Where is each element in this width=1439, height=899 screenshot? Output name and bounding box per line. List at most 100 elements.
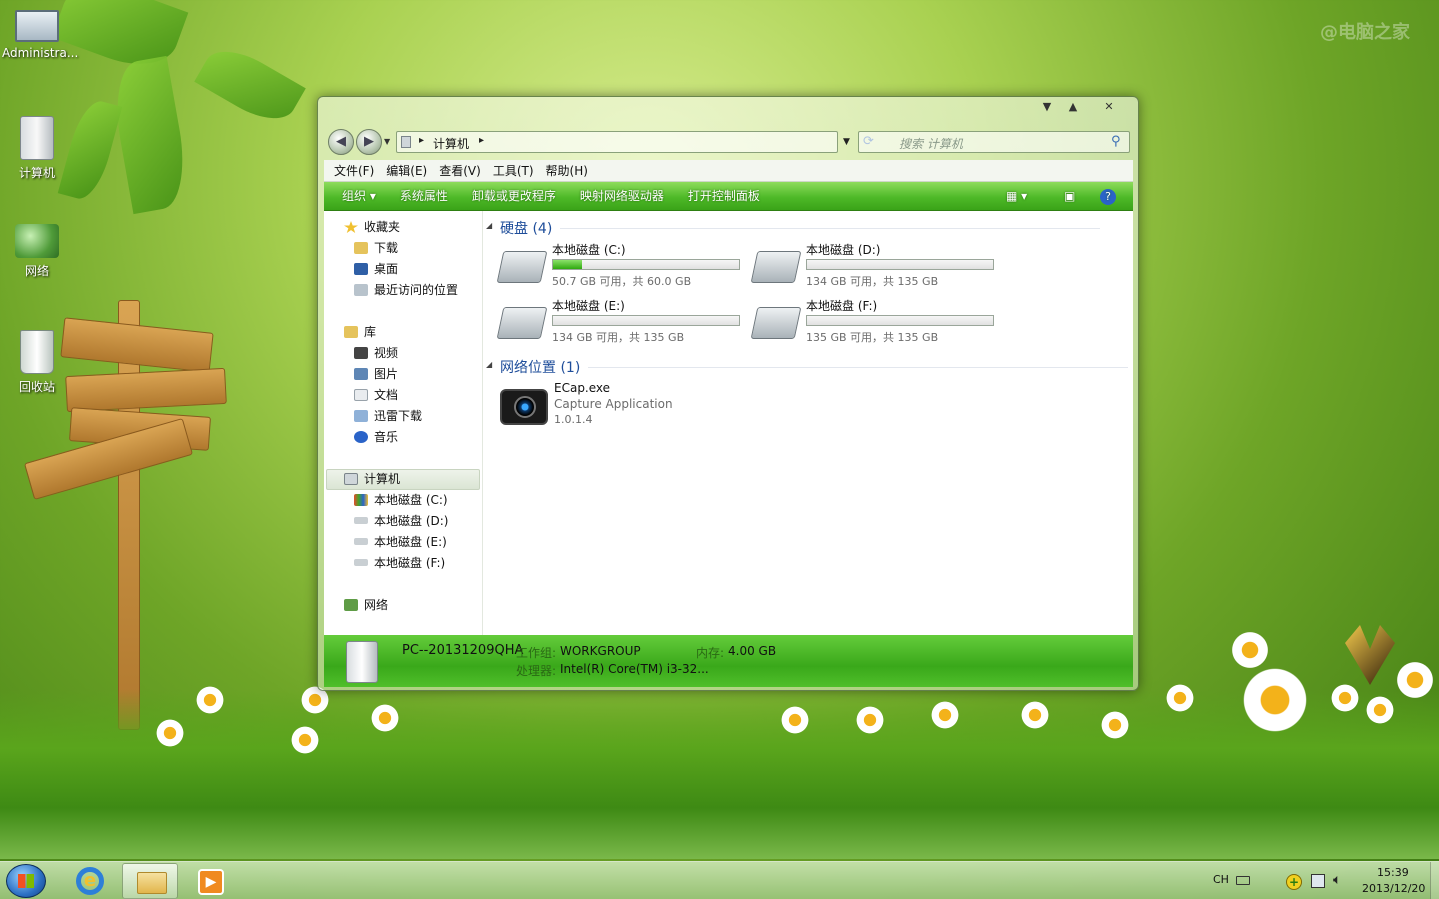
drive-tile-e[interactable]: 本地磁盘 (E:) 134 GB 可用，共 135 GB: [496, 297, 750, 349]
signpost-board: [65, 367, 227, 413]
details-pane: PC--20131209QHA 工作组: WORKGROUP 内存: 4.00 …: [324, 635, 1133, 687]
daisy: [370, 703, 400, 733]
drive-tile-c[interactable]: 本地磁盘 (C:) 50.7 GB 可用，共 60.0 GB: [496, 241, 750, 293]
menu-tools[interactable]: 工具(T): [487, 160, 540, 182]
help-icon[interactable]: ?: [1100, 189, 1116, 205]
keyboard-icon[interactable]: [1236, 876, 1250, 885]
cpu-label: 处理器:: [516, 664, 557, 678]
nav-documents[interactable]: 文档: [354, 385, 398, 405]
daisy: [1240, 665, 1310, 735]
taskbar-media-player[interactable]: ▶: [182, 863, 238, 899]
drive-name: 本地磁盘 (D:): [806, 243, 881, 257]
nav-music[interactable]: 音乐: [354, 427, 398, 447]
search-box[interactable]: 搜索 计算机 ⚲: [858, 131, 1130, 153]
computer-small-icon: [401, 136, 411, 148]
maximize-button[interactable]: ▲: [1060, 99, 1086, 115]
uninstall-program-button[interactable]: 卸载或更改程序: [460, 182, 568, 211]
network-tray-icon[interactable]: [1311, 874, 1325, 888]
search-input[interactable]: 搜索 计算机: [899, 135, 963, 152]
address-dropdown-icon[interactable]: ▼: [843, 137, 850, 147]
show-desktop-button[interactable]: [1430, 862, 1439, 899]
desktop-icon: [354, 263, 368, 275]
action-center-icon[interactable]: +: [1286, 874, 1302, 890]
address-bar[interactable]: ▸ 计算机 ▸ ▼ ⟳: [396, 131, 874, 153]
menu-view[interactable]: 查看(V): [433, 160, 487, 182]
menu-edit[interactable]: 编辑(E): [380, 160, 433, 182]
volume-icon[interactable]: 🔈︎: [1333, 872, 1341, 888]
collapse-arrow-icon[interactable]: ◢: [486, 221, 492, 230]
signpost-board: [60, 317, 214, 373]
folder-icon: [137, 872, 167, 894]
nav-recent-places[interactable]: 最近访问的位置: [354, 280, 458, 300]
preview-pane-icon[interactable]: ▣: [1064, 182, 1075, 211]
forward-button[interactable]: ▶: [356, 129, 382, 155]
daisy: [1395, 660, 1435, 700]
clock-time[interactable]: 15:39: [1377, 866, 1409, 879]
nav-downloads[interactable]: 下载: [354, 238, 398, 258]
section-hard-drives[interactable]: 硬盘 (4): [500, 218, 1104, 238]
drive-usage-bar: [806, 315, 994, 326]
nav-libraries[interactable]: 库: [344, 322, 376, 342]
taskbar-internet-explorer[interactable]: e: [62, 863, 118, 899]
star-icon: [344, 221, 358, 233]
start-button[interactable]: [6, 864, 46, 898]
nav-thunder-downloads[interactable]: 迅雷下载: [354, 406, 422, 426]
desktop-icon-recycle-bin[interactable]: 回收站: [2, 330, 72, 395]
content-pane: ◢ 硬盘 (4) 本地磁盘 (C:) 50.7 GB 可用，共 60.0 GB …: [484, 211, 1133, 635]
nav-computer[interactable]: 计算机: [344, 469, 400, 489]
desktop-icon-user-folder[interactable]: Administra...: [2, 10, 78, 60]
breadcrumb-separator[interactable]: ▸: [479, 135, 484, 146]
nav-network[interactable]: 网络: [344, 595, 388, 615]
taskbar-explorer[interactable]: [122, 863, 178, 899]
camera-lens-icon: [514, 396, 536, 418]
hard-drive-icon: [750, 251, 802, 283]
hard-drive-icon: [354, 559, 368, 566]
drive-tile-f[interactable]: 本地磁盘 (F:) 135 GB 可用，共 135 GB: [750, 297, 1004, 349]
minimize-button[interactable]: ▼: [1034, 99, 1060, 115]
nav-drive-d[interactable]: 本地磁盘 (D:): [354, 511, 448, 531]
drive-space: 50.7 GB 可用，共 60.0 GB: [552, 275, 692, 288]
recycle-bin-icon: [20, 330, 54, 374]
drive-tile-d[interactable]: 本地磁盘 (D:) 134 GB 可用，共 135 GB: [750, 241, 1004, 293]
network-item-ecap[interactable]: ECap.exe Capture Application 1.0.1.4: [500, 381, 750, 431]
view-options-icon[interactable]: ▦ ▾: [1006, 182, 1027, 211]
cpu-value: Intel(R) Core(TM) i3-32...: [560, 662, 709, 676]
history-dropdown-icon[interactable]: ▼: [384, 137, 390, 146]
internet-explorer-icon: e: [76, 867, 104, 895]
recent-places-icon: [354, 284, 368, 296]
open-control-panel-button[interactable]: 打开控制面板: [676, 182, 772, 211]
map-network-drive-button[interactable]: 映射网络驱动器: [568, 182, 676, 211]
nav-drive-e[interactable]: 本地磁盘 (E:): [354, 532, 447, 552]
nav-drive-c[interactable]: 本地磁盘 (C:): [354, 490, 448, 510]
menu-help[interactable]: 帮助(H): [540, 160, 594, 182]
collapse-arrow-icon[interactable]: ◢: [486, 360, 492, 369]
hard-drive-icon: [354, 538, 368, 545]
nav-favorites[interactable]: 收藏夹: [344, 217, 400, 237]
network-item-name: ECap.exe: [554, 381, 611, 395]
nav-drive-f[interactable]: 本地磁盘 (F:): [354, 553, 445, 573]
computer-icon: [344, 473, 358, 485]
desktop-icon-network[interactable]: 网络: [2, 224, 72, 279]
search-icon[interactable]: ⚲: [1111, 134, 1121, 149]
nav-videos[interactable]: 视频: [354, 343, 398, 363]
section-network-locations[interactable]: 网络位置 (1): [500, 357, 1131, 377]
explorer-window[interactable]: ▼ ▲ ✕ ◀ ▶ ▼ ▸ 计算机 ▸ ▼ ⟳ 搜索 计算机 ⚲ 文件(F)编辑…: [317, 96, 1139, 691]
breadcrumb-computer[interactable]: 计算机: [433, 135, 469, 152]
daisy: [155, 718, 185, 748]
language-indicator[interactable]: CH: [1213, 873, 1229, 886]
close-button[interactable]: ✕: [1096, 99, 1122, 115]
menu-file[interactable]: 文件(F): [328, 160, 380, 182]
command-bar: 组织 ▾ 系统属性 卸载或更改程序 映射网络驱动器 打开控制面板 ▦ ▾ ▣ ?: [324, 182, 1133, 211]
back-button[interactable]: ◀: [328, 129, 354, 155]
nav-desktop[interactable]: 桌面: [354, 259, 398, 279]
nav-pictures[interactable]: 图片: [354, 364, 398, 384]
network-item-desc: Capture Application: [554, 397, 673, 411]
computer-tower-icon: [20, 116, 54, 160]
hard-drive-icon: [354, 517, 368, 524]
grass: [0, 689, 1439, 859]
clock-date[interactable]: 2013/12/20: [1362, 882, 1425, 895]
memory-label: 内存:: [696, 646, 725, 660]
desktop-icon-computer[interactable]: 计算机: [2, 116, 72, 181]
system-properties-button[interactable]: 系统属性: [388, 182, 460, 211]
organize-button[interactable]: 组织 ▾: [330, 182, 388, 211]
